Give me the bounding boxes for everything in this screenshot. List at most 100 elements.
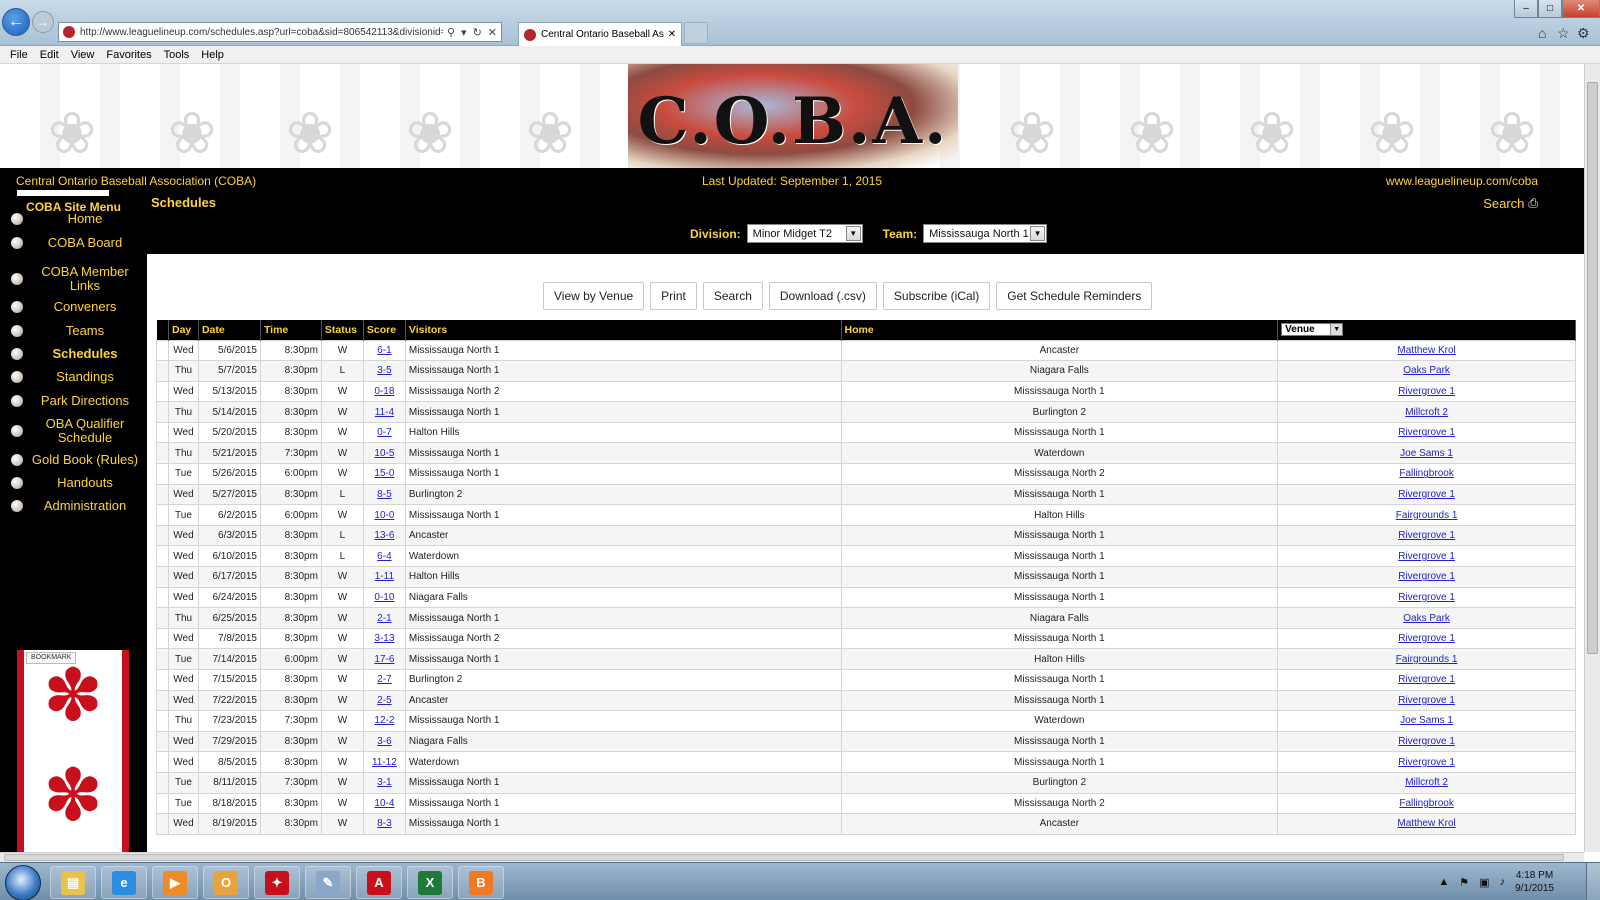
- tray-expand-icon[interactable]: ▲: [1438, 876, 1449, 888]
- cell-venue-link[interactable]: Rivergrove 1: [1398, 633, 1455, 644]
- taskbar-app-excel[interactable]: X: [407, 866, 453, 899]
- cell-venue-link[interactable]: Rivergrove 1: [1398, 530, 1455, 541]
- cell-venue-link[interactable]: Fairgrounds 1: [1396, 654, 1458, 665]
- cell-home[interactable]: Mississauga North 1: [840, 751, 1279, 773]
- print-button[interactable]: Print: [650, 282, 697, 310]
- search-icon[interactable]: ⚲: [447, 26, 455, 39]
- cell-visitors[interactable]: Mississauga North 1: [404, 607, 842, 629]
- cell-home[interactable]: Mississauga North 1: [840, 483, 1279, 506]
- cell-score-link[interactable]: 8-3: [377, 818, 391, 829]
- schedule-reminders-button[interactable]: Get Schedule Reminders: [996, 282, 1153, 310]
- cell-home[interactable]: Mississauga North 1: [840, 545, 1279, 568]
- subscribe-ical-button[interactable]: Subscribe (iCal): [882, 282, 991, 310]
- sidebar-item[interactable]: Schedules: [0, 345, 147, 363]
- menu-help[interactable]: Help: [195, 49, 230, 61]
- cell-visitors[interactable]: Mississauga North 1: [404, 339, 842, 362]
- cell-visitors[interactable]: Mississauga North 1: [404, 710, 842, 732]
- cell-visitors[interactable]: Mississauga North 1: [404, 401, 842, 423]
- sidebar-item[interactable]: OBA Qualifier Schedule: [0, 416, 147, 446]
- taskbar-app-file-explorer[interactable]: ▤: [50, 866, 96, 899]
- cell-home[interactable]: Mississauga North 1: [840, 380, 1279, 403]
- cell-venue-link[interactable]: Rivergrove 1: [1398, 386, 1455, 397]
- cell-score-link[interactable]: 3-5: [377, 365, 391, 376]
- cell-venue-link[interactable]: Joe Sams 1: [1400, 715, 1453, 726]
- coba-logo[interactable]: C.O.B.A.: [628, 64, 958, 168]
- vertical-scrollbar[interactable]: [1584, 64, 1600, 852]
- new-tab-button[interactable]: [684, 22, 708, 44]
- gear-icon[interactable]: ⚙: [1577, 25, 1590, 42]
- sidebar-item[interactable]: Standings: [0, 368, 147, 386]
- cell-venue-link[interactable]: Rivergrove 1: [1398, 427, 1455, 438]
- cell-visitors[interactable]: Mississauga North 1: [404, 648, 842, 670]
- cell-score-link[interactable]: 0-7: [377, 427, 391, 438]
- cell-home[interactable]: Mississauga North 1: [840, 421, 1279, 444]
- cell-score-link[interactable]: 0-18: [374, 386, 394, 397]
- sidebar-item[interactable]: Handouts: [0, 474, 147, 492]
- cell-score-link[interactable]: 3-6: [377, 736, 391, 747]
- menu-view[interactable]: View: [65, 49, 101, 61]
- taskbar-app-media-player[interactable]: ▶: [152, 866, 198, 899]
- cell-venue-link[interactable]: Fallingbrook: [1399, 468, 1453, 479]
- cell-score-link[interactable]: 2-1: [377, 613, 391, 624]
- cell-score-link[interactable]: 6-1: [377, 345, 391, 356]
- maximize-button[interactable]: □: [1538, 0, 1562, 18]
- cell-score-link[interactable]: 8-5: [377, 489, 391, 500]
- cell-score-link[interactable]: 13-6: [374, 530, 394, 541]
- cell-visitors[interactable]: Mississauga North 1: [404, 792, 842, 815]
- cell-venue-link[interactable]: Rivergrove 1: [1398, 551, 1455, 562]
- cell-score-link[interactable]: 10-4: [374, 798, 394, 809]
- start-button[interactable]: [5, 865, 41, 900]
- horizontal-scrollbar[interactable]: [0, 852, 1584, 862]
- minimize-button[interactable]: –: [1514, 0, 1538, 18]
- cell-home[interactable]: Mississauga North 1: [840, 627, 1279, 650]
- cell-score-link[interactable]: 11-12: [372, 757, 397, 768]
- division-select[interactable]: Minor Midget T2 ▼: [746, 224, 863, 243]
- sidebar-item[interactable]: Park Directions: [0, 392, 147, 410]
- cell-home[interactable]: Mississauga North 1: [840, 566, 1279, 588]
- cell-venue-link[interactable]: Rivergrove 1: [1398, 736, 1455, 747]
- sidebar-item[interactable]: Teams: [0, 322, 147, 340]
- cell-venue-link[interactable]: Matthew Krol: [1397, 345, 1455, 356]
- cell-home[interactable]: Mississauga North 1: [840, 689, 1279, 712]
- taskbar-app-outlook[interactable]: O: [203, 866, 249, 899]
- taskbar-app-paint[interactable]: ✎: [305, 866, 351, 899]
- cell-score-link[interactable]: 10-0: [374, 510, 394, 521]
- search-button[interactable]: Search: [702, 282, 763, 310]
- menu-favorites[interactable]: Favorites: [100, 49, 157, 61]
- menu-file[interactable]: File: [4, 49, 34, 61]
- horizontal-scroll-thumb[interactable]: [4, 854, 1564, 861]
- cell-venue-link[interactable]: Rivergrove 1: [1398, 674, 1455, 685]
- cell-visitors[interactable]: Mississauga North 1: [404, 442, 842, 465]
- cell-venue-link[interactable]: Rivergrove 1: [1398, 695, 1455, 706]
- tab-close-icon[interactable]: ✕: [668, 29, 676, 40]
- download-csv-button[interactable]: Download (.csv): [768, 282, 877, 310]
- cell-venue-link[interactable]: Oaks Park: [1403, 365, 1450, 376]
- vertical-scroll-thumb[interactable]: [1587, 82, 1598, 654]
- venue-filter-select[interactable]: Venue ▼: [1281, 323, 1344, 337]
- network-icon[interactable]: ▣: [1479, 876, 1489, 889]
- cell-score-link[interactable]: 0-10: [374, 592, 394, 603]
- url-text[interactable]: http://www.leaguelineup.com/schedules.as…: [80, 27, 443, 38]
- forward-button[interactable]: →: [32, 11, 54, 33]
- cell-venue-link[interactable]: Rivergrove 1: [1398, 489, 1455, 500]
- cell-venue-link[interactable]: Fallingbrook: [1399, 798, 1453, 809]
- sidebar-item[interactable]: Gold Book (Rules): [0, 451, 147, 469]
- close-window-button[interactable]: ✕: [1562, 0, 1600, 18]
- taskbar-app-flag-app[interactable]: ✦: [254, 866, 300, 899]
- menu-tools[interactable]: Tools: [158, 49, 196, 61]
- cell-venue-link[interactable]: Rivergrove 1: [1398, 757, 1455, 768]
- cell-score-link[interactable]: 2-7: [377, 674, 391, 685]
- stop-icon[interactable]: ✕: [488, 26, 497, 39]
- cell-venue-link[interactable]: Rivergrove 1: [1398, 571, 1455, 582]
- cell-score-link[interactable]: 11-4: [375, 407, 394, 418]
- dropdown-icon[interactable]: ▾: [461, 26, 467, 39]
- sidebar-item[interactable]: COBA Board: [0, 234, 147, 252]
- cell-venue-link[interactable]: Rivergrove 1: [1398, 592, 1455, 603]
- cell-score-link[interactable]: 12-2: [374, 715, 394, 726]
- taskbar-app-internet-explorer[interactable]: e: [101, 866, 147, 899]
- favorites-star-icon[interactable]: ☆: [1557, 25, 1570, 42]
- view-by-venue-button[interactable]: View by Venue: [543, 282, 645, 310]
- cell-visitors[interactable]: Mississauga North 1: [404, 504, 842, 526]
- cell-visitors[interactable]: Mississauga North 1: [404, 813, 842, 835]
- volume-icon[interactable]: ♪: [1500, 876, 1506, 888]
